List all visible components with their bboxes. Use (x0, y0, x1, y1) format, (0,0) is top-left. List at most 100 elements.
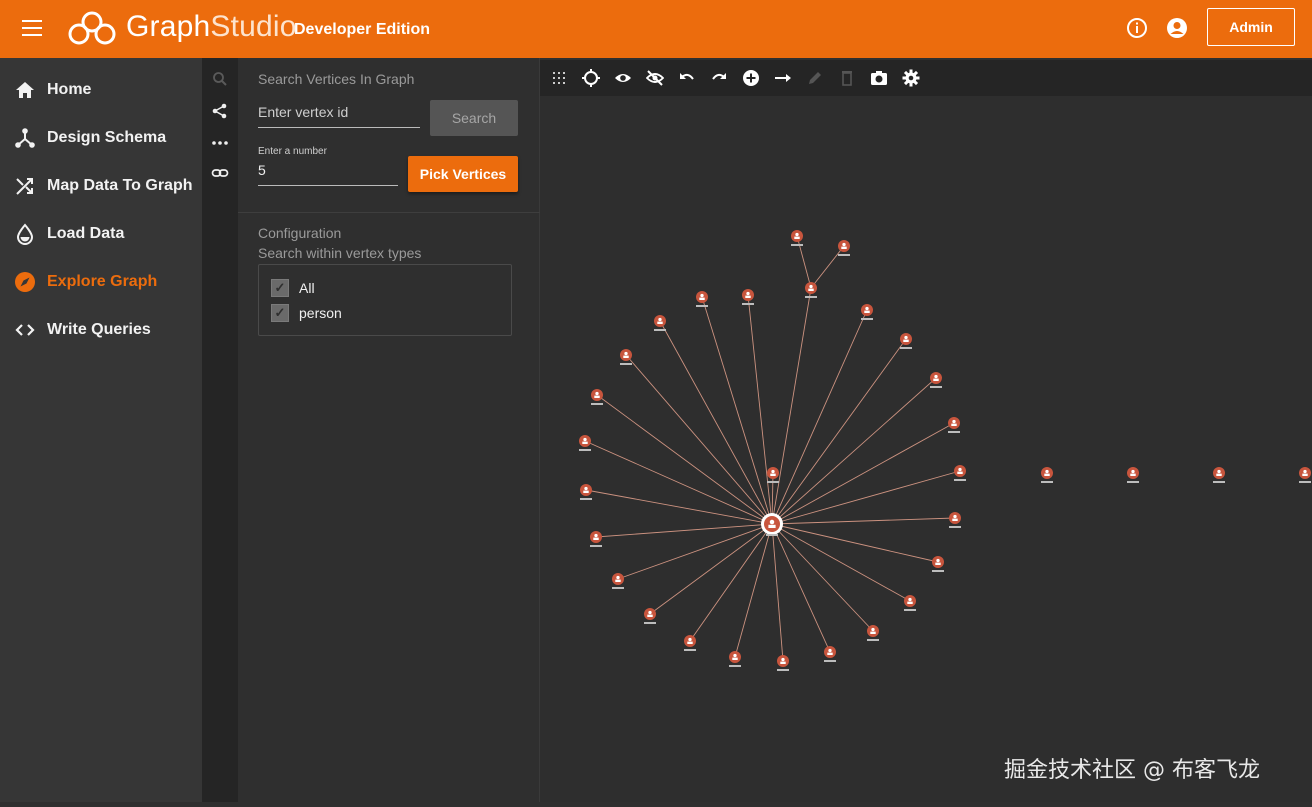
eye-off-icon[interactable] (646, 69, 664, 87)
vertex-node[interactable] (867, 625, 879, 641)
vertex-node[interactable] (949, 512, 961, 528)
vertex-node[interactable] (805, 282, 817, 298)
vertex-type-all[interactable]: ✓ All (271, 278, 315, 298)
vertex-node[interactable] (824, 646, 836, 662)
add-edge-icon[interactable] (774, 69, 792, 87)
graph-edge[interactable] (596, 394, 773, 525)
vertex-node[interactable] (1127, 467, 1139, 483)
sidebar-item-label: Write Queries (47, 321, 151, 338)
vertex-node[interactable] (1041, 467, 1053, 483)
sidebar-item-map-data[interactable]: Map Data To Graph (0, 162, 202, 210)
vertex-type-person[interactable]: ✓ person (271, 303, 342, 323)
more-horizontal-icon[interactable] (211, 134, 229, 152)
vertex-node[interactable] (580, 484, 592, 500)
brand-title: GraphStudio (126, 10, 297, 44)
graph-edge[interactable] (771, 517, 956, 525)
vertex-node[interactable] (1213, 467, 1225, 483)
search-vertices-title: Search Vertices In Graph (258, 71, 415, 87)
brand-secondary: Studio (210, 10, 297, 43)
info-icon[interactable] (1126, 17, 1148, 39)
edit-icon[interactable] (806, 69, 824, 87)
vertex-node[interactable] (1299, 467, 1311, 483)
account-icon[interactable] (1166, 17, 1188, 39)
vertex-node[interactable] (612, 573, 624, 589)
panel-divider (238, 212, 540, 213)
vertex-node[interactable] (644, 608, 656, 624)
search-icon[interactable] (211, 70, 229, 88)
link-icon[interactable] (211, 164, 229, 182)
graph-edge[interactable] (649, 523, 773, 615)
graph-edge[interactable] (689, 523, 773, 642)
search-panel: Search Vertices In Graph Search Enter a … (238, 58, 540, 802)
graph-edge[interactable] (595, 523, 773, 538)
vertex-node[interactable] (620, 349, 632, 365)
search-button[interactable]: Search (430, 100, 518, 136)
vertex-node[interactable] (904, 595, 916, 611)
vertex-node[interactable] (861, 304, 873, 320)
graph-edge[interactable] (771, 523, 874, 632)
graph-edge[interactable] (810, 245, 845, 289)
graph-edge[interactable] (771, 338, 907, 525)
sidebar-item-explore-graph[interactable]: Explore Graph (0, 258, 202, 306)
grid-icon[interactable] (550, 69, 568, 87)
vertex-node[interactable] (838, 240, 850, 256)
vertex-node[interactable] (900, 333, 912, 349)
sidebar-item-load-data[interactable]: Load Data (0, 210, 202, 258)
graph-edge[interactable] (796, 235, 812, 289)
vertex-node[interactable] (579, 435, 591, 451)
sidebar-item-home[interactable]: Home (0, 66, 202, 114)
watermark-text: 掘金技术社区 @ 布客飞龙 (1004, 758, 1260, 783)
vertex-type-label: All (299, 280, 315, 296)
vertex-node[interactable] (930, 372, 942, 388)
camera-icon[interactable] (870, 69, 888, 87)
menu-icon[interactable] (22, 20, 42, 36)
locate-icon[interactable] (582, 69, 600, 87)
number-input[interactable] (258, 162, 398, 178)
graph-edge[interactable] (701, 296, 773, 525)
vertex-node[interactable] (948, 417, 960, 433)
graph-edge[interactable] (771, 422, 955, 525)
graph-canvas[interactable] (540, 96, 1312, 802)
schema-icon (15, 128, 35, 148)
redo-icon[interactable] (710, 69, 728, 87)
number-field[interactable] (258, 162, 398, 186)
undo-icon[interactable] (678, 69, 696, 87)
graph-edge[interactable] (771, 523, 939, 563)
graph-edge[interactable] (771, 523, 911, 602)
vertex-node[interactable] (791, 230, 803, 246)
vertex-node[interactable] (696, 291, 708, 307)
sidebar-item-write-queries[interactable]: Write Queries (0, 306, 202, 354)
share-icon[interactable] (211, 102, 229, 120)
graph-edge[interactable] (771, 470, 961, 525)
vertex-node[interactable] (932, 556, 944, 572)
graph-edge[interactable] (771, 287, 812, 525)
delete-icon[interactable] (838, 69, 856, 87)
checkbox-all[interactable]: ✓ (271, 279, 289, 297)
graph-edge[interactable] (771, 377, 937, 525)
vertex-node[interactable] (777, 655, 789, 671)
graph-edge[interactable] (747, 294, 773, 525)
graph-svg[interactable] (540, 96, 1312, 802)
eye-icon[interactable] (614, 69, 632, 87)
settings-icon[interactable] (902, 69, 920, 87)
sidebar-item-design-schema[interactable]: Design Schema (0, 114, 202, 162)
vertex-node[interactable] (954, 465, 966, 481)
vertex-node[interactable] (729, 651, 741, 667)
checkbox-person[interactable]: ✓ (271, 304, 289, 322)
graph-edge[interactable] (771, 309, 868, 525)
graph-edge[interactable] (617, 523, 773, 580)
graph-edge[interactable] (584, 440, 773, 525)
vertex-node[interactable] (591, 389, 603, 405)
vertex-id-input[interactable] (258, 104, 420, 120)
vertex-id-field[interactable] (258, 104, 420, 128)
graph-edge[interactable] (659, 320, 773, 525)
graph-edge[interactable] (625, 354, 773, 525)
graph-edge[interactable] (585, 489, 773, 525)
pick-vertices-button[interactable]: Pick Vertices (408, 156, 518, 192)
admin-button[interactable]: Admin (1207, 8, 1295, 46)
vertex-node[interactable] (684, 635, 696, 651)
vertex-node[interactable] (742, 289, 754, 305)
vertex-node[interactable] (590, 531, 602, 547)
add-vertex-icon[interactable] (742, 69, 760, 87)
graph-edge[interactable] (734, 523, 773, 658)
